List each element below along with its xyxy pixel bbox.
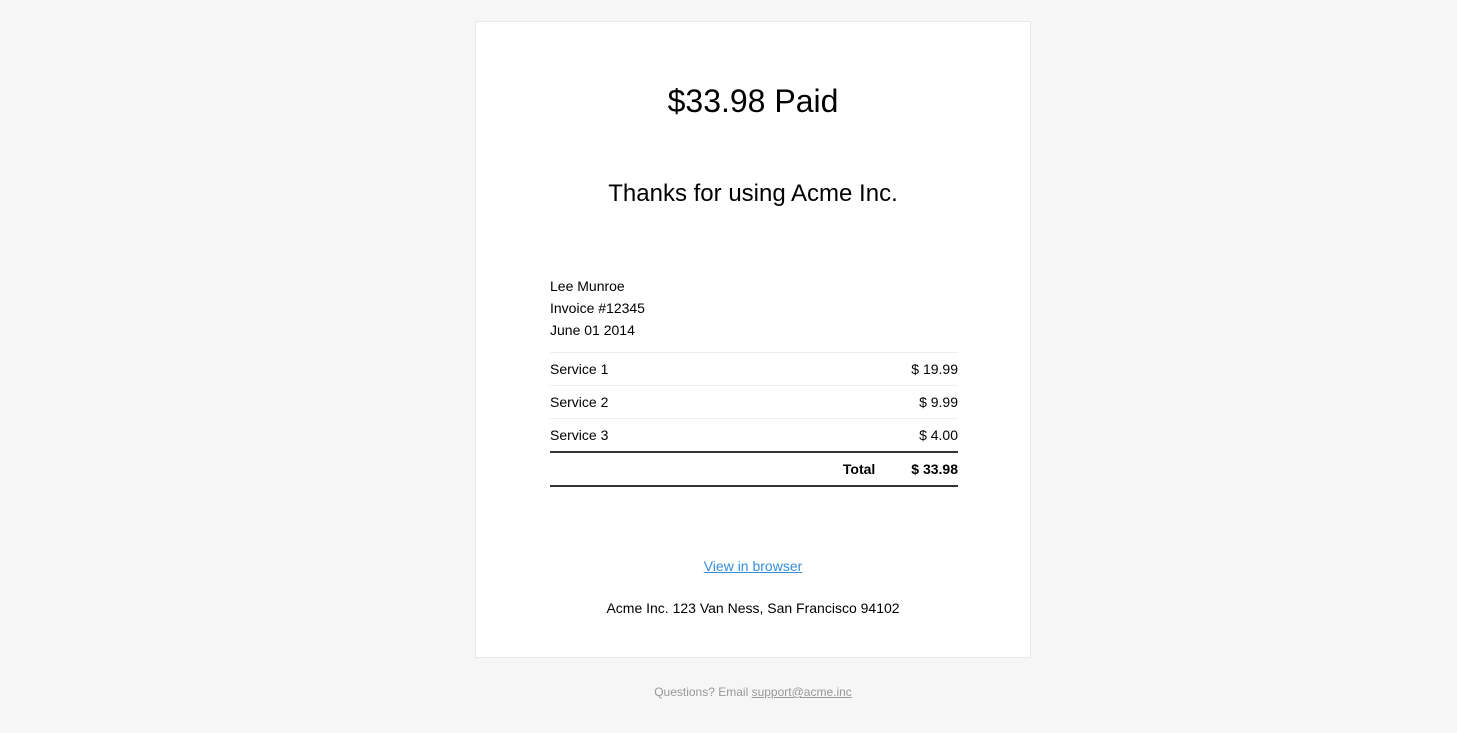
invoice-item-row: Service 3 $ 4.00 [550,418,958,451]
footer: Questions? Email support@acme.inc [475,684,1031,700]
invoice-items-table: Service 1 $ 19.99 Service 2 $ 9.99 Servi… [550,352,958,487]
thanks-message: Thanks for using Acme Inc. [608,180,898,207]
view-in-browser-link[interactable]: View in browser [704,558,803,574]
view-in-browser-container: View in browser [476,557,1030,575]
invoice-total-row: Total $ 33.98 [550,451,958,487]
item-name: Service 2 [550,394,609,410]
invoice-item-row: Service 2 $ 9.99 [550,385,958,418]
invoice-item-row: Service 1 $ 19.99 [550,352,958,385]
item-name: Service 1 [550,361,609,377]
item-price: $ 4.00 [919,427,958,443]
customer-name: Lee Munroe [550,278,625,294]
receipt-card: $33.98 Paid Thanks for using Acme Inc. L… [475,21,1031,658]
total-label: Total [842,461,876,477]
invoice-number: Invoice #12345 [550,300,645,316]
support-email-link[interactable]: support@acme.inc [752,685,852,699]
footer-prefix: Questions? Email [654,685,752,699]
invoice-date: June 01 2014 [550,322,635,338]
item-price: $ 19.99 [911,361,958,377]
amount-paid-headline: $33.98 Paid [667,83,839,119]
company-address: Acme Inc. 123 Van Ness, San Francisco 94… [606,600,900,616]
item-price: $ 9.99 [919,394,958,410]
invoice-section: Lee Munroe Invoice #12345 June 01 2014 S… [550,275,958,487]
item-name: Service 3 [550,427,609,443]
total-value: $ 33.98 [911,461,958,477]
